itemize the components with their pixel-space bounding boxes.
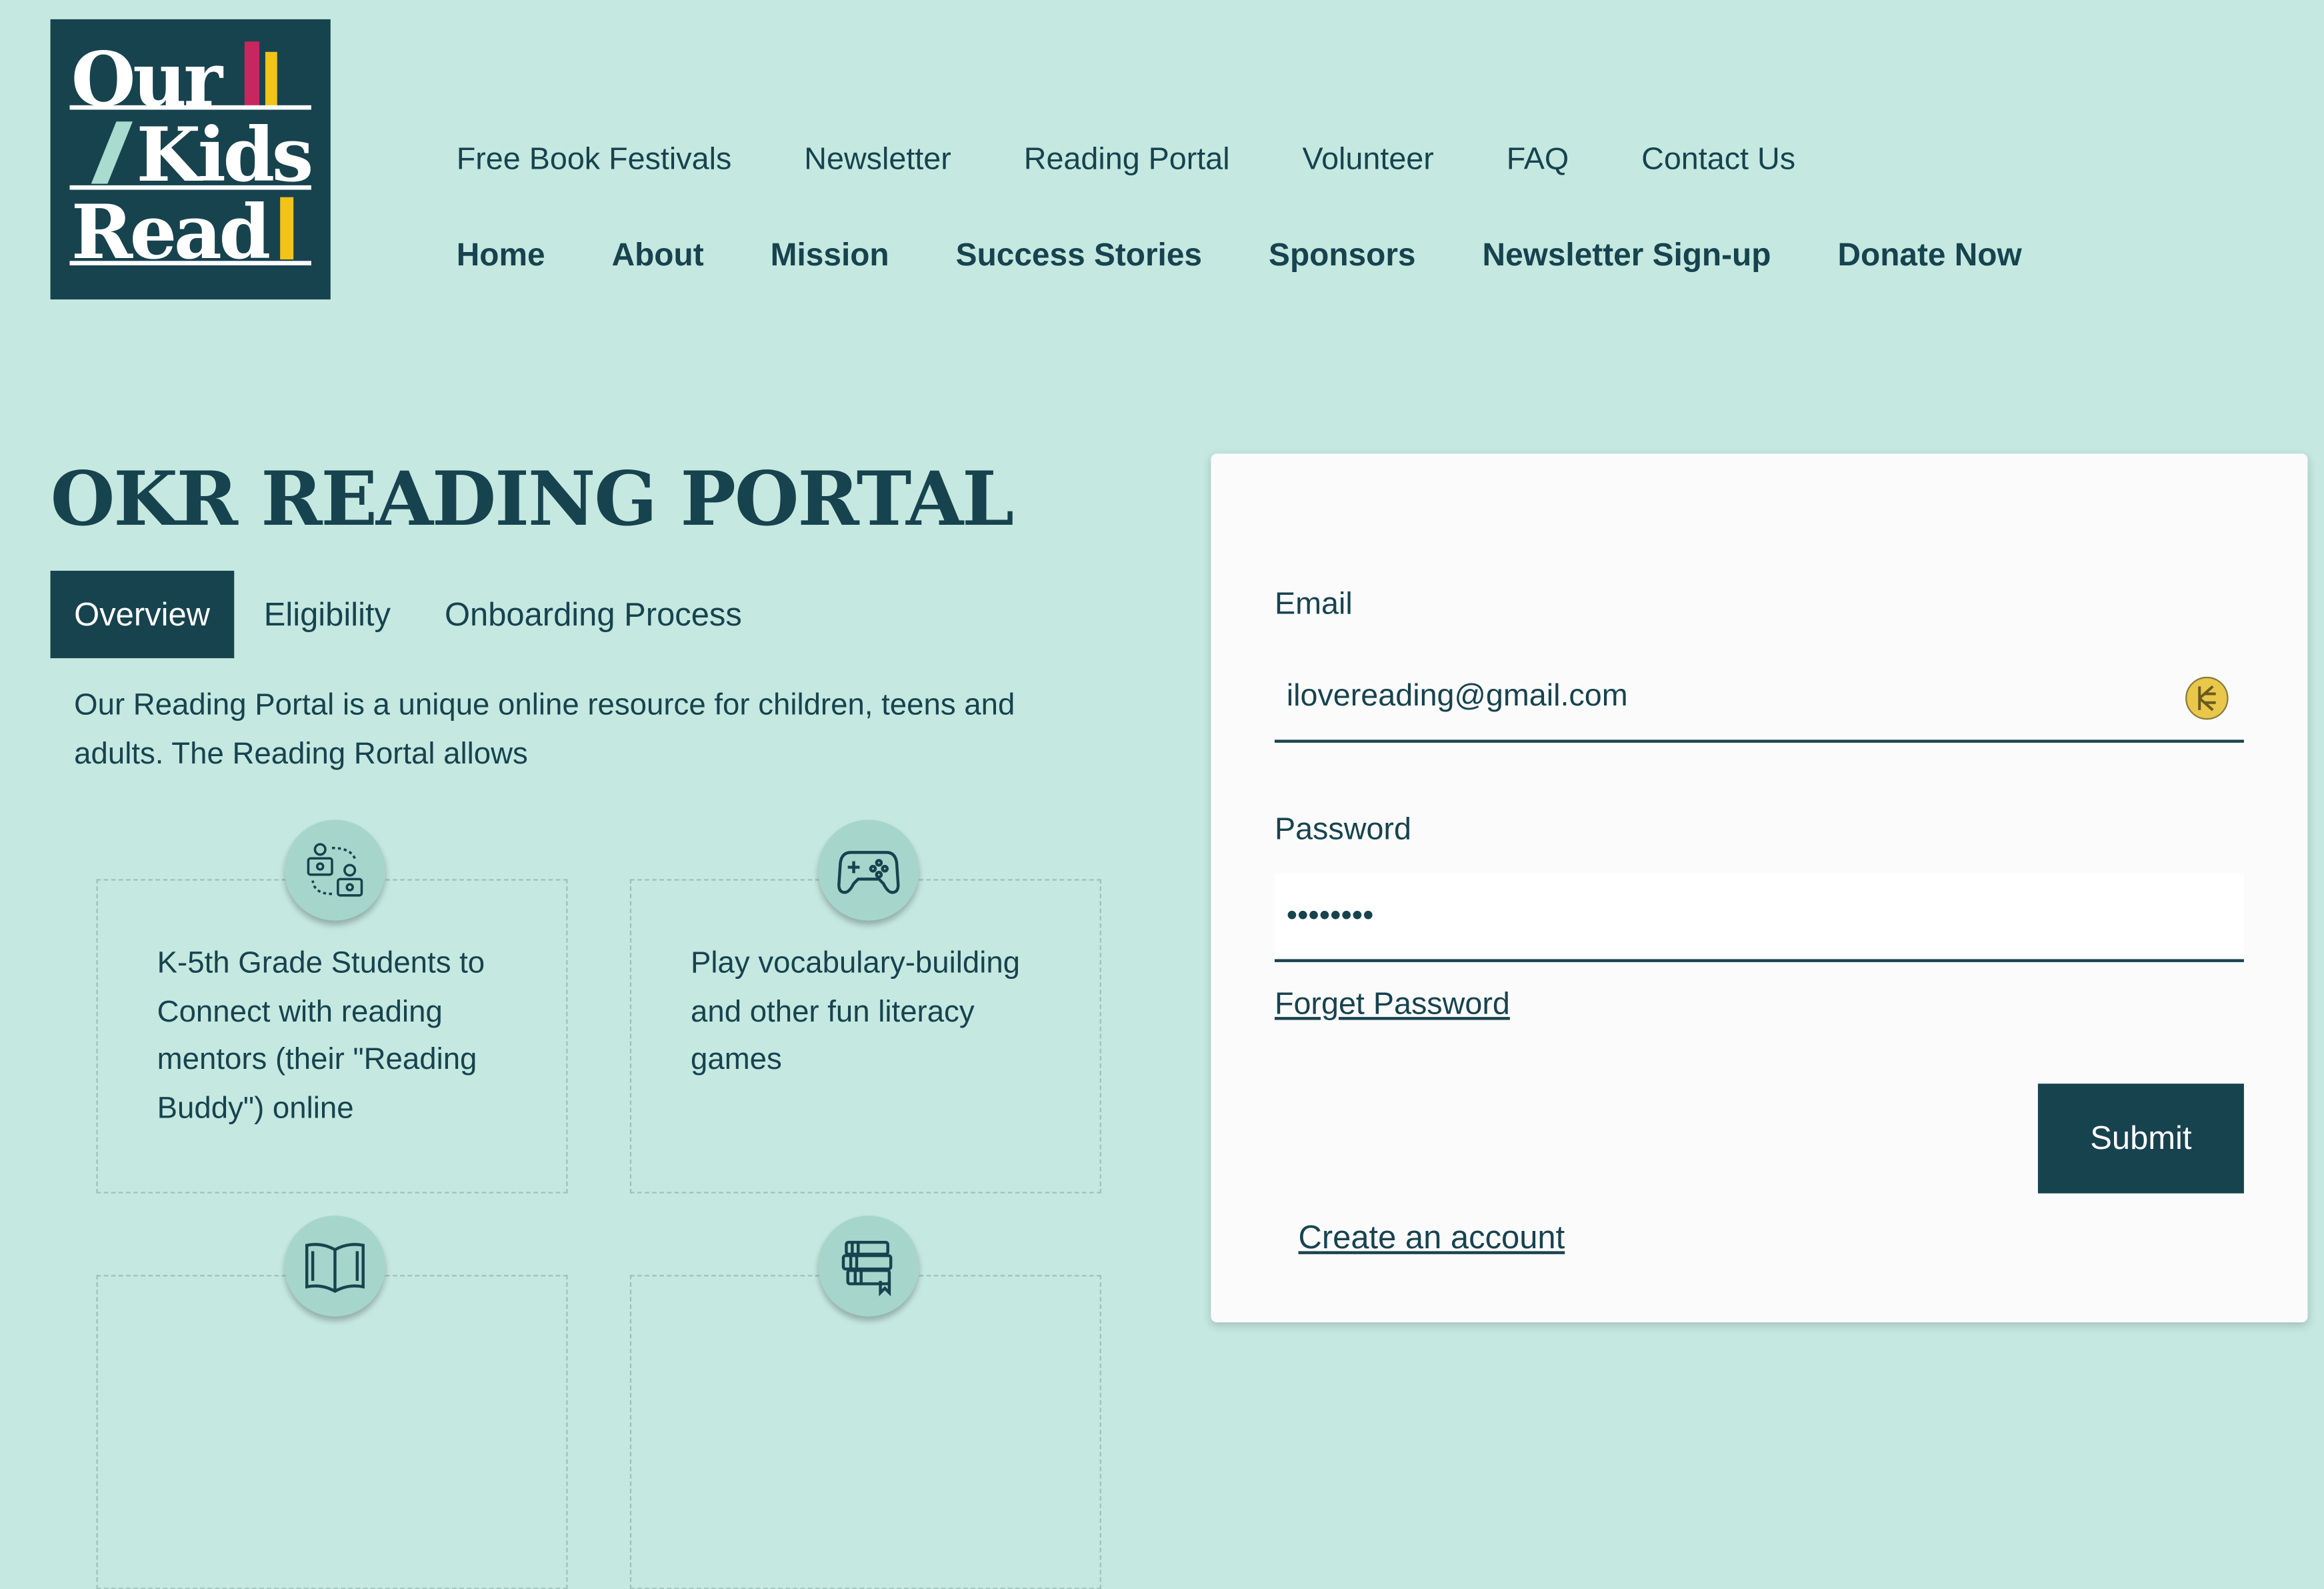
email-field[interactable] <box>1274 653 2244 743</box>
logo[interactable]: Our Kids Read <box>50 19 331 300</box>
password-label: Password <box>1274 812 1411 847</box>
feature-text: Play vocabulary-building and other fun l… <box>691 946 1021 1077</box>
nav-volunteer[interactable]: Volunteer <box>1303 142 1434 177</box>
forgot-password-link[interactable]: Forget Password <box>1275 988 1510 1023</box>
nav-donate-now[interactable]: Donate Now <box>1837 237 2021 275</box>
mentor-connection-icon <box>307 843 363 897</box>
tab-eligibility[interactable]: Eligibility <box>240 571 414 658</box>
logo-word-kids: Kids <box>136 111 314 199</box>
secondary-nav: Free Book Festivals Newsletter Reading P… <box>457 142 1795 177</box>
logo-shelf-line <box>69 105 311 110</box>
open-book-icon <box>305 1243 365 1293</box>
feature-icon-circle <box>818 1216 919 1317</box>
logo-yellow-bar <box>265 51 277 107</box>
feature-text: K-5th Grade Students to Connect with rea… <box>157 946 485 1125</box>
password-field[interactable] <box>1274 873 2244 962</box>
login-panel: Email Password Forget Password Submit Cr… <box>1211 453 2308 1323</box>
password-manager-icon[interactable] <box>2185 676 2229 721</box>
nav-newsletter[interactable]: Newsletter <box>804 142 951 177</box>
nav-success-stories[interactable]: Success Stories <box>956 237 1202 275</box>
feature-card: Play vocabulary-building and other fun l… <box>629 879 1101 1194</box>
logo-word-read: Read <box>71 188 271 276</box>
feature-card: K-5th Grade Students to Connect with rea… <box>96 879 568 1194</box>
nav-newsletter-signup[interactable]: Newsletter Sign-up <box>1483 237 1771 275</box>
intro-text: Our Reading Portal is a unique online re… <box>74 687 1015 771</box>
feature-icon-circle <box>818 820 919 921</box>
logo-yellow-bar <box>280 197 294 260</box>
logo-shelf-line <box>69 261 311 265</box>
nav-sponsors[interactable]: Sponsors <box>1269 237 1415 275</box>
feature-card <box>96 1274 568 1589</box>
create-account-link[interactable]: Create an account <box>1299 1218 1565 1257</box>
submit-button[interactable]: Submit <box>2037 1084 2244 1194</box>
tab-overview[interactable]: Overview <box>50 570 234 659</box>
email-label: Email <box>1274 587 1353 621</box>
nav-reading-portal[interactable]: Reading Portal <box>1024 142 1230 177</box>
nav-contact-us[interactable]: Contact Us <box>1641 142 1795 177</box>
nav-mission[interactable]: Mission <box>771 237 889 275</box>
books-stack-icon <box>841 1240 893 1296</box>
feature-card <box>629 1274 1101 1589</box>
nav-faq[interactable]: FAQ <box>1507 142 1569 177</box>
nav-about[interactable]: About <box>612 237 704 275</box>
main-nav: Home About Mission Success Stories Spons… <box>457 237 2022 275</box>
tab-onboarding-process[interactable]: Onboarding Process <box>421 571 765 658</box>
logo-leaning-book <box>91 121 133 184</box>
game-controller-icon <box>837 851 900 894</box>
page-title: OKR READING PORTAL <box>50 455 1015 543</box>
feature-icon-circle <box>284 1216 386 1317</box>
logo-pink-bar <box>244 41 260 107</box>
nav-home[interactable]: Home <box>457 237 545 275</box>
feature-icon-circle <box>284 820 386 921</box>
nav-free-book-festivals[interactable]: Free Book Festivals <box>457 142 732 177</box>
